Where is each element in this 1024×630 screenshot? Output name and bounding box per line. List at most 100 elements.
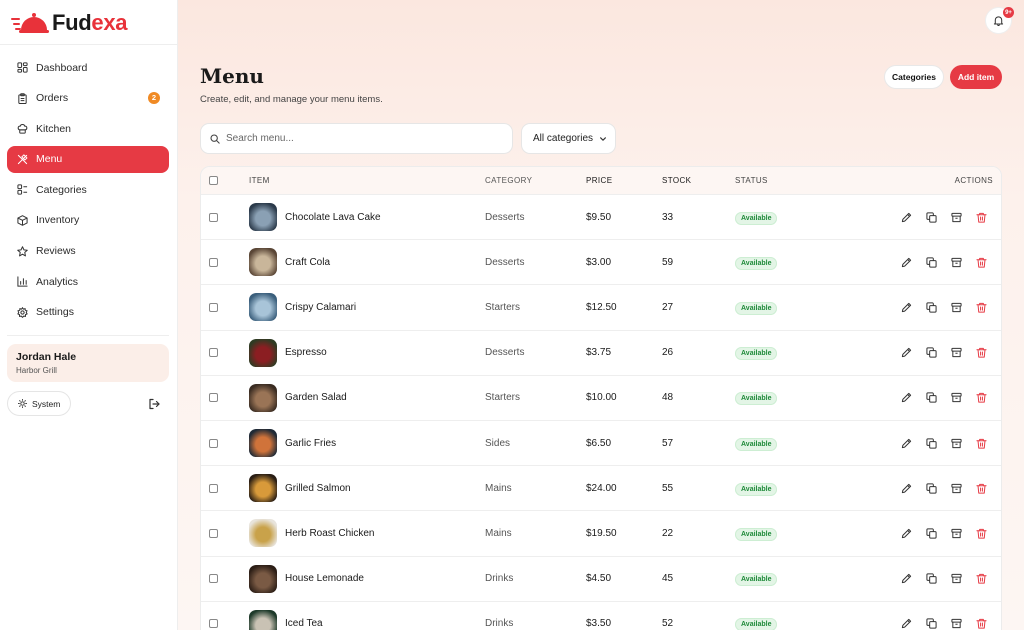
- theme-toggle-button[interactable]: System: [7, 391, 71, 416]
- sidebar-item-dashboard[interactable]: Dashboard: [7, 54, 169, 81]
- header-status[interactable]: STATUS: [735, 176, 768, 185]
- notifications-button[interactable]: 9+: [985, 7, 1014, 34]
- categories-button[interactable]: Categories: [884, 65, 944, 89]
- delete-icon[interactable]: [975, 392, 987, 404]
- row-checkbox[interactable]: [209, 438, 218, 448]
- gear-icon: [16, 306, 28, 318]
- archive-icon[interactable]: [950, 527, 962, 539]
- search-input[interactable]: [226, 133, 496, 144]
- edit-icon[interactable]: [900, 392, 912, 404]
- table-row[interactable]: Garlic Fries Sides $6.50 57 Available: [201, 421, 1001, 467]
- box-icon: [16, 214, 28, 226]
- archive-icon[interactable]: [950, 256, 962, 268]
- sidebar-item-inventory[interactable]: Inventory: [7, 207, 169, 234]
- delete-icon[interactable]: [975, 527, 987, 539]
- duplicate-icon[interactable]: [925, 211, 937, 223]
- category-filter-value: All categories: [533, 133, 594, 144]
- delete-icon[interactable]: [975, 301, 987, 313]
- item-category: Starters: [485, 301, 521, 313]
- table-row[interactable]: Grilled Salmon Mains $24.00 55 Available: [201, 466, 1001, 512]
- brand-logo[interactable]: Fudexa: [11, 9, 128, 37]
- row-checkbox[interactable]: [209, 619, 218, 629]
- row-checkbox[interactable]: [209, 393, 218, 403]
- row-checkbox[interactable]: [209, 483, 218, 493]
- table-row[interactable]: Herb Roast Chicken Mains $19.50 22 Available: [201, 511, 1001, 557]
- archive-icon[interactable]: [950, 573, 962, 585]
- add-item-button[interactable]: Add item: [950, 65, 1002, 89]
- edit-icon[interactable]: [900, 482, 912, 494]
- delete-icon[interactable]: [975, 347, 987, 359]
- edit-icon[interactable]: [900, 301, 912, 313]
- select-all-checkbox[interactable]: [209, 176, 218, 185]
- sidebar-item-categories[interactable]: Categories: [7, 176, 169, 203]
- header-item[interactable]: ITEM: [249, 176, 270, 185]
- duplicate-icon[interactable]: [925, 437, 937, 449]
- table-row[interactable]: House Lemonade Drinks $4.50 45 Available: [201, 557, 1001, 602]
- duplicate-icon[interactable]: [925, 618, 937, 630]
- header-stock[interactable]: STOCK: [662, 176, 691, 185]
- sidebar-item-kitchen[interactable]: Kitchen: [7, 115, 169, 142]
- edit-icon[interactable]: [900, 256, 912, 268]
- status-cell: Available: [735, 392, 778, 406]
- sidebar-item-menu[interactable]: Menu: [7, 145, 169, 173]
- archive-icon[interactable]: [950, 301, 962, 313]
- delete-icon[interactable]: [975, 437, 987, 449]
- restaurant-name: Harbor Grill: [16, 366, 57, 375]
- item-category: Drinks: [485, 618, 514, 630]
- item-thumbnail: [249, 519, 277, 548]
- row-checkbox[interactable]: [209, 257, 218, 267]
- row-checkbox[interactable]: [209, 574, 218, 584]
- item-name: Garlic Fries: [285, 437, 337, 449]
- duplicate-icon[interactable]: [925, 527, 937, 539]
- duplicate-icon[interactable]: [925, 347, 937, 359]
- user-card[interactable]: Jordan Hale Harbor Grill: [7, 344, 169, 382]
- edit-icon[interactable]: [900, 618, 912, 630]
- row-checkbox[interactable]: [209, 528, 218, 538]
- sidebar-item-analytics[interactable]: Analytics: [7, 268, 169, 295]
- archive-icon[interactable]: [950, 618, 962, 630]
- edit-icon[interactable]: [900, 347, 912, 359]
- table-row[interactable]: Chocolate Lava Cake Desserts $9.50 33 Availa…: [201, 195, 1001, 241]
- edit-icon[interactable]: [900, 527, 912, 539]
- sidebar-item-orders[interactable]: Orders 2: [7, 85, 169, 112]
- logout-icon[interactable]: [148, 397, 160, 410]
- search-box[interactable]: [200, 123, 513, 154]
- duplicate-icon[interactable]: [925, 482, 937, 494]
- cloche-icon: [11, 10, 49, 36]
- duplicate-icon[interactable]: [925, 256, 937, 268]
- row-checkbox[interactable]: [209, 302, 218, 312]
- category-filter-select[interactable]: All categories: [521, 123, 616, 154]
- table-row[interactable]: Crispy Calamari Starters $12.50 27 Available: [201, 285, 1001, 331]
- table-row[interactable]: Garden Salad Starters $10.00 48 Available: [201, 376, 1001, 421]
- duplicate-icon[interactable]: [925, 301, 937, 313]
- delete-icon[interactable]: [975, 573, 987, 585]
- edit-icon[interactable]: [900, 437, 912, 449]
- row-actions: [887, 437, 987, 449]
- item-thumbnail: [249, 429, 277, 458]
- duplicate-icon[interactable]: [925, 573, 937, 585]
- delete-icon[interactable]: [975, 482, 987, 494]
- archive-icon[interactable]: [950, 482, 962, 494]
- table-row[interactable]: Iced Tea Drinks $3.50 52 Available: [201, 602, 1001, 630]
- archive-icon[interactable]: [950, 437, 962, 449]
- delete-icon[interactable]: [975, 256, 987, 268]
- item-category: Mains: [485, 527, 512, 539]
- menu-table: ITEM CATEGORY PRICE STOCK STATUS ACTIONS…: [200, 166, 1002, 630]
- header-category[interactable]: CATEGORY: [485, 176, 532, 185]
- sidebar-item-reviews[interactable]: Reviews: [7, 238, 169, 265]
- archive-icon[interactable]: [950, 392, 962, 404]
- edit-icon[interactable]: [900, 211, 912, 223]
- row-checkbox[interactable]: [209, 348, 218, 358]
- archive-icon[interactable]: [950, 347, 962, 359]
- archive-icon[interactable]: [950, 211, 962, 223]
- sidebar-item-settings[interactable]: Settings: [7, 299, 169, 326]
- delete-icon[interactable]: [975, 211, 987, 223]
- header-price[interactable]: PRICE: [586, 176, 612, 185]
- table-row[interactable]: Espresso Desserts $3.75 26 Available: [201, 331, 1001, 376]
- duplicate-icon[interactable]: [925, 392, 937, 404]
- delete-icon[interactable]: [975, 618, 987, 630]
- table-row[interactable]: Craft Cola Desserts $3.00 59 Available: [201, 240, 1001, 286]
- row-checkbox[interactable]: [209, 212, 218, 222]
- status-badge: Available: [735, 482, 778, 496]
- edit-icon[interactable]: [900, 573, 912, 585]
